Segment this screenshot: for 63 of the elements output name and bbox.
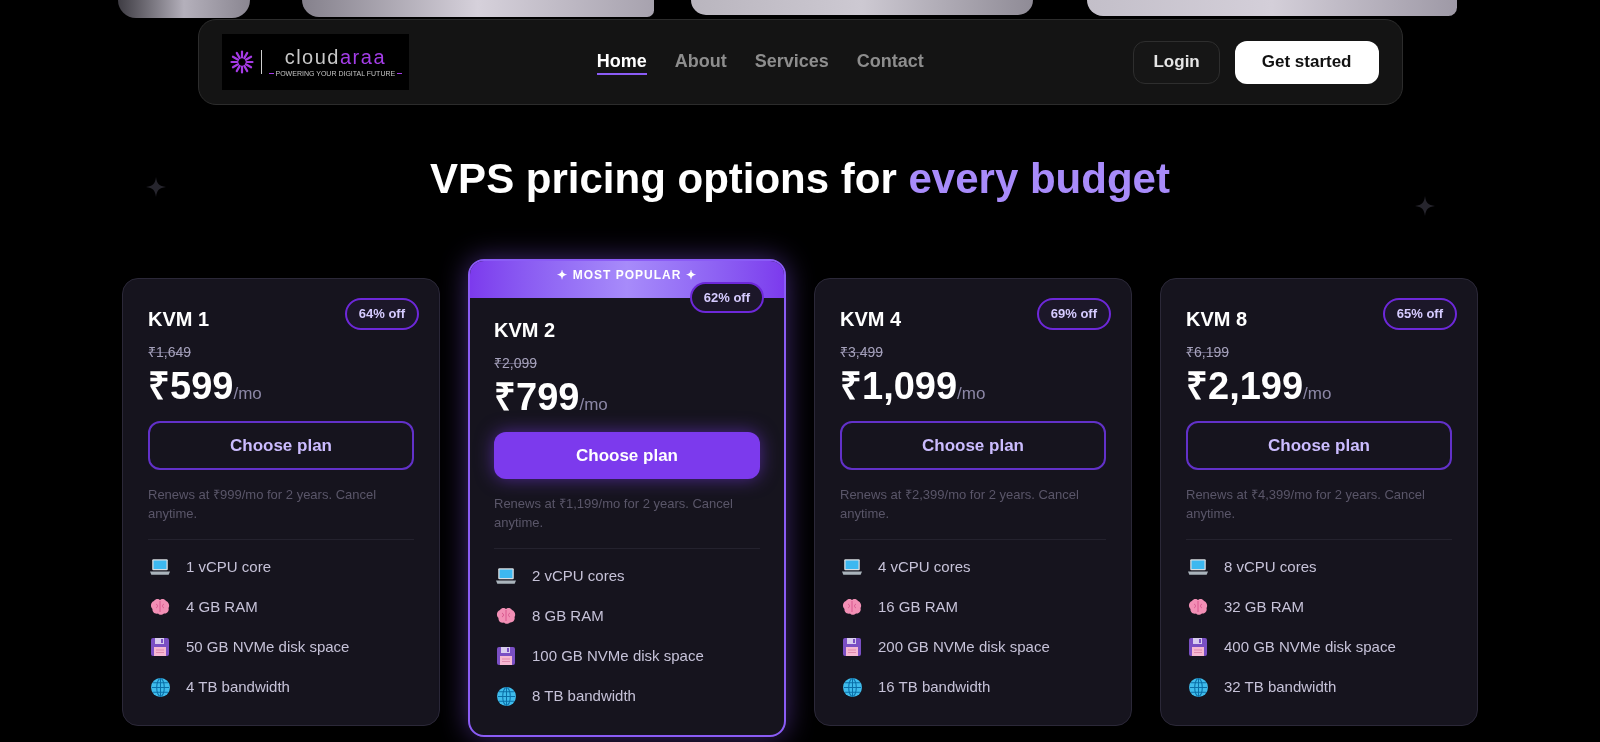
feature-text: 16 GB RAM — [878, 597, 959, 617]
brain-icon — [842, 598, 862, 616]
laptop-icon — [496, 568, 516, 584]
feature-text: 8 TB bandwidth — [532, 686, 636, 706]
nav-link[interactable]: Contact — [856, 49, 924, 75]
feature-text: 4 vCPU cores — [878, 557, 971, 577]
feature-text: 1 vCPU core — [186, 557, 272, 577]
discount-badge: 69% off — [1036, 298, 1111, 330]
price: ₹799 — [494, 375, 580, 419]
nav-link[interactable]: About — [674, 49, 727, 75]
nav-link[interactable]: Home — [596, 49, 647, 75]
sunburst-icon — [229, 50, 254, 74]
login-button[interactable]: Login — [1133, 40, 1220, 84]
globe-icon — [842, 677, 862, 697]
discount-badge: 62% off — [689, 282, 764, 313]
feature-text: 32 TB bandwidth — [1224, 677, 1337, 697]
feature-text: 4 TB bandwidth — [186, 677, 290, 697]
price-period: /mo — [957, 384, 986, 403]
plan-name: KVM 4 — [840, 307, 902, 332]
choose-plan-button[interactable]: Choose plan — [148, 421, 414, 470]
globe-icon — [1188, 677, 1208, 697]
get-started-button[interactable]: Get started — [1234, 40, 1379, 84]
renewal-note: Renews at ₹4,399/mo for 2 years. Cancel anytime. — [1186, 486, 1426, 523]
discount-badge: 65% off — [1382, 298, 1457, 330]
price: ₹2,199 — [1186, 364, 1304, 408]
price-period: /mo — [579, 395, 608, 415]
plan-name: KVM 1 — [148, 307, 210, 332]
globe-icon — [150, 677, 170, 697]
renewal-note: Renews at ₹999/mo for 2 years. Cancel anytime. — [148, 486, 378, 523]
plan-name: KVM 8 — [1186, 307, 1248, 332]
feature-text: 32 GB RAM — [1224, 597, 1305, 617]
sparkle-icon — [1415, 196, 1435, 216]
feature-text: 200 GB NVMe disk space — [878, 637, 1050, 657]
nav-link[interactable]: Services — [754, 49, 829, 75]
laptop-icon — [150, 559, 170, 575]
discount-badge: 64% off — [344, 298, 419, 330]
choose-plan-button[interactable]: Choose plan — [1186, 421, 1452, 470]
feature-text: 400 GB NVMe disk space — [1224, 637, 1396, 657]
brain-icon — [150, 598, 170, 616]
feature-text: 8 vCPU cores — [1224, 557, 1317, 577]
globe-icon — [496, 686, 516, 706]
sparkle-icon — [146, 177, 166, 197]
feature-text: 2 vCPU cores — [532, 566, 625, 586]
choose-plan-button[interactable]: Choose plan — [494, 432, 760, 479]
section-title: VPS pricing options for every budget — [430, 155, 1170, 203]
laptop-icon — [842, 559, 862, 575]
feature-text: 8 GB RAM — [532, 606, 604, 626]
laptop-icon — [1188, 559, 1208, 575]
plan-name: KVM 2 — [494, 318, 556, 343]
choose-plan-button[interactable]: Choose plan — [840, 421, 1106, 470]
renewal-note: Renews at ₹1,199/mo for 2 years. Cancel anytime. — [494, 495, 734, 532]
renewal-note: Renews at ₹2,399/mo for 2 years. Cancel anytime. — [840, 486, 1080, 523]
price: ₹599 — [148, 364, 234, 408]
brain-icon — [496, 607, 516, 625]
feature-text: 4 GB RAM — [186, 597, 258, 617]
price-period: /mo — [1303, 384, 1332, 403]
logo-wordmark: cloudaraa — [284, 46, 386, 68]
feature-text: 50 GB NVMe disk space — [186, 637, 350, 657]
feature-text: 16 TB bandwidth — [878, 677, 991, 697]
price-period: /mo — [233, 384, 262, 404]
brain-icon — [1188, 598, 1208, 616]
feature-text: 100 GB NVMe disk space — [532, 646, 704, 666]
price: ₹1,099 — [840, 364, 958, 408]
